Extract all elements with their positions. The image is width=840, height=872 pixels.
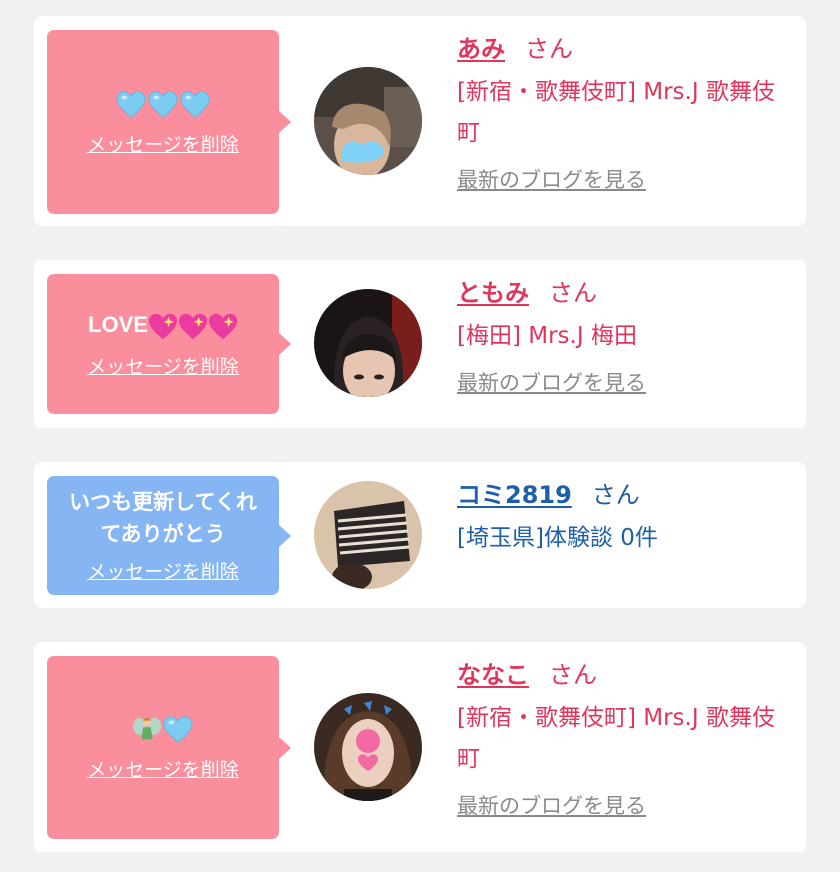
message-bubble: LOVE メッセージを削除 bbox=[47, 274, 291, 414]
delete-message-link[interactable]: メッセージを削除 bbox=[87, 755, 239, 782]
user-name-link[interactable]: コミ2819 bbox=[457, 481, 572, 509]
latest-blog-link[interactable]: 最新のブログを見る bbox=[457, 164, 646, 194]
user-name-link[interactable]: ともみ bbox=[457, 279, 529, 307]
shop-label: [新宿・歌舞伎町] Mrs.J 歌舞伎町 bbox=[457, 705, 775, 772]
user-info: あみ さん [新宿・歌舞伎町] Mrs.J 歌舞伎町 最新のブログを見る bbox=[457, 30, 790, 194]
message-text: LOVE bbox=[78, 309, 248, 341]
fairy-icon bbox=[132, 717, 162, 740]
message-text: いつも更新してくれてありがとう bbox=[69, 491, 257, 546]
honorific: さん bbox=[591, 481, 640, 509]
sparkling-heart-icon bbox=[148, 313, 178, 339]
shop-label: [梅田] Mrs.J 梅田 bbox=[457, 323, 637, 349]
avatar[interactable] bbox=[314, 693, 422, 801]
honorific: さん bbox=[549, 279, 597, 307]
delete-message-link[interactable]: メッセージを削除 bbox=[87, 352, 239, 379]
message-bubble: いつも更新してくれてありがとう メッセージを削除 bbox=[47, 476, 291, 595]
message-card: いつも更新してくれてありがとう メッセージを削除 コミ2819 さん [埼玉県]体… bbox=[34, 462, 806, 608]
sparkling-heart-icon bbox=[178, 313, 208, 339]
message-card: メッセージを削除 あみ さん [新宿・歌舞伎町] Mrs.J 歌舞伎町 最新のブロ… bbox=[34, 16, 806, 226]
message-bubble: メッセージを削除 bbox=[47, 30, 291, 214]
user-name-link[interactable]: あみ bbox=[457, 35, 505, 63]
user-info: ななこ さん [新宿・歌舞伎町] Mrs.J 歌舞伎町 最新のブログを見る bbox=[457, 656, 790, 820]
user-name-link[interactable]: ななこ bbox=[457, 661, 529, 689]
latest-blog-link[interactable]: 最新のブログを見る bbox=[457, 367, 646, 397]
message-text-label: LOVE bbox=[88, 312, 148, 338]
honorific: さん bbox=[525, 35, 573, 63]
delete-message-link[interactable]: メッセージを削除 bbox=[87, 130, 239, 157]
blue-heart-icon bbox=[180, 90, 210, 118]
latest-blog-link[interactable]: 最新のブログを見る bbox=[457, 790, 646, 820]
message-emoji-row bbox=[105, 87, 221, 119]
sparkling-heart-icon bbox=[208, 313, 238, 339]
message-bubble: メッセージを削除 bbox=[47, 656, 291, 839]
blue-heart-icon bbox=[116, 90, 146, 118]
honorific: さん bbox=[549, 661, 597, 689]
blue-heart-icon bbox=[148, 90, 178, 118]
message-card: LOVE メッセージを削除 ともみ さん [梅田] Mrs.J 梅田 最新のブログ… bbox=[34, 260, 806, 428]
blue-heart-icon bbox=[163, 716, 193, 743]
user-info: ともみ さん [梅田] Mrs.J 梅田 最新のブログを見る bbox=[457, 274, 790, 397]
message-emoji-row bbox=[122, 713, 204, 745]
review-count-label: [埼玉県]体験談 0件 bbox=[457, 525, 658, 551]
message-card: メッセージを削除 ななこ さん [新宿・歌舞伎町] Mrs.J 歌舞伎町 最新のブ… bbox=[34, 642, 806, 852]
avatar[interactable] bbox=[314, 289, 422, 397]
delete-message-link[interactable]: メッセージを削除 bbox=[87, 557, 239, 584]
avatar[interactable] bbox=[314, 481, 422, 589]
shop-label: [新宿・歌舞伎町] Mrs.J 歌舞伎町 bbox=[457, 79, 775, 146]
user-info: コミ2819 さん [埼玉県]体験談 0件 bbox=[457, 476, 790, 559]
avatar[interactable] bbox=[314, 67, 422, 175]
